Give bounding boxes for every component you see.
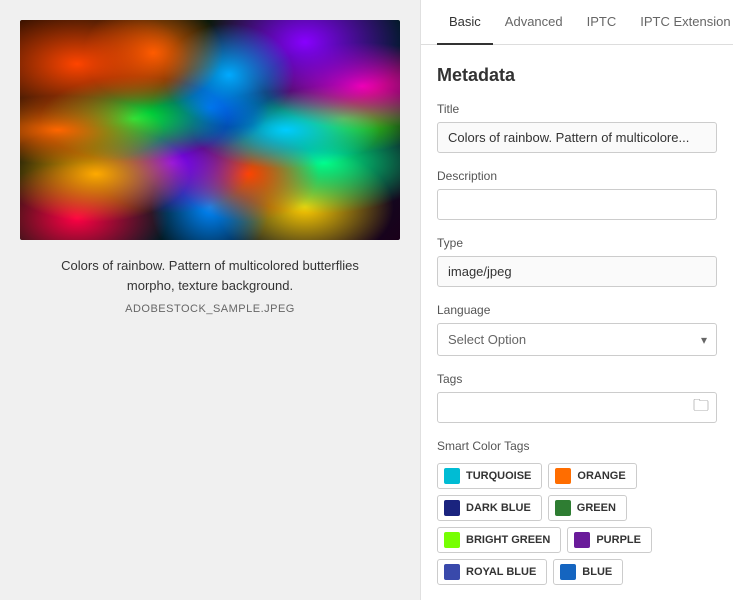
- butterfly-image: [20, 20, 400, 240]
- tab-iptc-extension[interactable]: IPTC Extension: [628, 0, 733, 45]
- color-tag-bright-green[interactable]: BRIGHT GREEN: [437, 527, 561, 553]
- description-label: Description: [437, 169, 717, 183]
- color-tag-purple[interactable]: PURPLE: [567, 527, 652, 553]
- color-swatch: [555, 468, 571, 484]
- tags-label: Tags: [437, 372, 717, 386]
- image-caption: Colors of rainbow. Pattern of multicolor…: [40, 256, 380, 295]
- color-swatch: [444, 532, 460, 548]
- color-tag-label: BLUE: [582, 566, 612, 578]
- color-tag-label: GREEN: [577, 502, 616, 514]
- right-panel: Basic Advanced IPTC IPTC Extension Metad…: [420, 0, 733, 600]
- type-input[interactable]: [437, 256, 717, 287]
- tags-input[interactable]: [437, 392, 717, 423]
- color-tag-blue[interactable]: BLUE: [553, 559, 623, 585]
- language-field-group: Language Select Option ▾: [437, 303, 717, 356]
- color-tag-label: ORANGE: [577, 470, 625, 482]
- color-swatch: [560, 564, 576, 580]
- color-tag-label: DARK BLUE: [466, 502, 531, 514]
- image-container: [20, 20, 400, 240]
- type-label: Type: [437, 236, 717, 250]
- tags-wrapper: 🗀: [437, 392, 717, 423]
- tags-field-group: Tags 🗀: [437, 372, 717, 423]
- color-tag-label: TURQUOISE: [466, 470, 531, 482]
- color-swatch: [574, 532, 590, 548]
- color-swatch: [444, 500, 460, 516]
- color-tag-dark-blue[interactable]: DARK BLUE: [437, 495, 542, 521]
- tab-basic[interactable]: Basic: [437, 0, 493, 45]
- title-field-group: Title: [437, 102, 717, 153]
- color-tag-label: BRIGHT GREEN: [466, 534, 550, 546]
- language-label: Language: [437, 303, 717, 317]
- type-field-group: Type: [437, 236, 717, 287]
- metadata-section-title: Metadata: [437, 65, 717, 86]
- language-select-wrapper: Select Option ▾: [437, 323, 717, 356]
- tab-iptc[interactable]: IPTC: [575, 0, 629, 45]
- color-swatch: [555, 500, 571, 516]
- folder-icon[interactable]: 🗀: [693, 394, 709, 421]
- smart-color-tags-label: Smart Color Tags: [437, 439, 717, 453]
- language-select[interactable]: Select Option: [437, 323, 717, 356]
- color-tag-label: PURPLE: [596, 534, 641, 546]
- description-field-group: Description: [437, 169, 717, 220]
- color-tag-turquoise[interactable]: TURQUOISE: [437, 463, 542, 489]
- color-tag-label: ROYAL BLUE: [466, 566, 536, 578]
- color-swatch: [444, 468, 460, 484]
- color-tag-green[interactable]: GREEN: [548, 495, 627, 521]
- title-label: Title: [437, 102, 717, 116]
- panel-content: Metadata Title Description Type Language…: [421, 45, 733, 600]
- tab-advanced[interactable]: Advanced: [493, 0, 575, 45]
- smart-color-tags-section: Smart Color Tags TURQUOISE ORANGE DARK BLU…: [437, 439, 717, 585]
- tabs-bar: Basic Advanced IPTC IPTC Extension: [421, 0, 733, 45]
- color-tag-orange[interactable]: ORANGE: [548, 463, 636, 489]
- image-filename: ADOBESTOCK_SAMPLE.JPEG: [125, 303, 295, 315]
- color-tags-grid: TURQUOISE ORANGE DARK BLUE GREEN BRIGHT GREE…: [437, 463, 717, 585]
- left-panel: Colors of rainbow. Pattern of multicolor…: [0, 0, 420, 600]
- color-tag-royal-blue[interactable]: ROYAL BLUE: [437, 559, 547, 585]
- color-swatch: [444, 564, 460, 580]
- description-input[interactable]: [437, 189, 717, 220]
- title-input[interactable]: [437, 122, 717, 153]
